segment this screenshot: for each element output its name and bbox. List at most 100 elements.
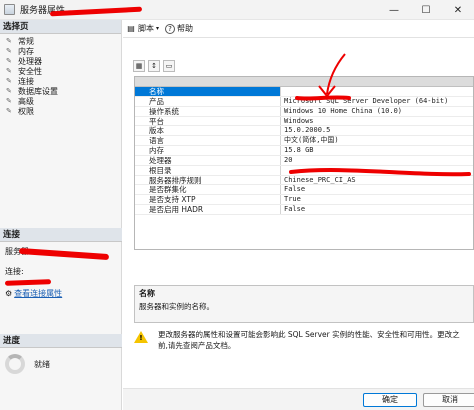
alphabetical-sort-icon[interactable]: ↕: [148, 60, 160, 72]
warning-text: 更改服务器的属性和设置可能会影响此 SQL Server 实例的性能、安全性和可…: [158, 330, 460, 350]
help-label: 帮助: [177, 24, 194, 33]
dialog-footer: 确定 取消: [123, 388, 474, 410]
property-name: 处理器: [135, 155, 281, 165]
property-row[interactable]: 处理器 20: [135, 155, 473, 166]
main-panel: ▤ 脚本 ▾ ? 帮助 ▦ ↕ ▭ 名称 产品 Microsoft SQL Ser…: [123, 20, 474, 410]
property-value: Windows: [284, 116, 314, 125]
property-row[interactable]: 平台 Windows: [135, 116, 473, 127]
property-value: [281, 166, 473, 175]
connection-info: 服务器: 连接: ⚙ 查看连接属性: [4, 244, 117, 300]
progress-section: 进度: [0, 334, 122, 348]
close-button[interactable]: ✕: [442, 0, 474, 20]
property-value: False: [284, 185, 306, 194]
description-panel: 名称 服务器和实例的名称。: [134, 285, 474, 323]
view-connection-line: ⚙ 查看连接属性: [5, 286, 117, 300]
page-item-security[interactable]: ✎ 安全性: [0, 66, 121, 76]
progress-header: 进度: [0, 334, 122, 348]
property-pages-icon[interactable]: ▭: [163, 60, 175, 72]
wrench-icon: ✎: [6, 67, 12, 75]
property-name: 是否支持 XTP: [135, 195, 281, 205]
grid-header: [135, 77, 473, 87]
warning-icon: !: [134, 331, 148, 343]
toolbar: ▤ 脚本 ▾ ? 帮助: [123, 20, 474, 38]
wrench-icon: ✎: [6, 47, 12, 55]
chevron-down-icon: ▾: [156, 25, 160, 32]
maximize-button[interactable]: ☐: [410, 0, 442, 20]
property-name: 名称: [135, 87, 281, 96]
property-name: 操作系统: [135, 106, 281, 116]
script-label: 脚本: [138, 24, 154, 33]
help-button[interactable]: ? 帮助: [165, 23, 193, 34]
property-name: 内存: [135, 146, 281, 155]
app-icon: [4, 4, 15, 15]
property-row[interactable]: 产品 Microsoft SQL Server Developer (64-bit…: [135, 96, 473, 107]
connection-label: 连接:: [5, 266, 24, 276]
connection-properties-icon: ⚙: [5, 288, 13, 298]
property-row[interactable]: 服务器排序规则 Chinese_PRC_CI_AS: [135, 175, 473, 186]
description-text: 服务器和实例的名称。: [139, 302, 214, 311]
property-value: Chinese_PRC_CI_AS: [284, 175, 356, 184]
progress-status-text: 就绪: [34, 359, 50, 369]
property-grid: 名称 产品 Microsoft SQL Server Developer (64-…: [134, 76, 474, 250]
property-name: 平台: [135, 116, 281, 126]
property-name: 根目录: [135, 165, 281, 175]
property-name: 产品: [135, 96, 281, 106]
property-row[interactable]: 版本 15.0.2000.5: [135, 126, 473, 137]
page-item-connections[interactable]: ✎ 连接: [0, 76, 121, 86]
categorized-view-icon[interactable]: ▦: [133, 60, 145, 72]
page-item-memory[interactable]: ✎ 内存: [0, 46, 121, 56]
property-value: [281, 87, 473, 96]
view-connection-properties-link[interactable]: 查看连接属性: [14, 288, 62, 299]
wrench-icon: ✎: [6, 77, 12, 85]
window-controls: — ☐ ✕: [378, 0, 474, 20]
property-row[interactable]: 内存 15.8 GB: [135, 146, 473, 156]
warning-panel: ! 更改服务器的属性和设置可能会影响此 SQL Server 实例的性能、安全性…: [134, 329, 474, 381]
property-name: 版本: [135, 126, 281, 136]
property-row[interactable]: 操作系统 Windows 10 Home China (10.0): [135, 106, 473, 117]
property-name: 是否群集化: [135, 185, 281, 195]
connection-line: 连接:: [5, 264, 117, 278]
wrench-icon: ✎: [6, 37, 12, 45]
ok-button[interactable]: 确定: [363, 393, 417, 407]
property-value: Microsoft SQL Server Developer (64-bit): [284, 96, 449, 105]
page-item-advanced[interactable]: ✎ 高级: [0, 96, 121, 106]
help-icon: ?: [165, 23, 176, 34]
property-name: 语言: [135, 136, 281, 146]
script-button[interactable]: ▤ 脚本 ▾: [126, 23, 159, 34]
property-value: 15.8 GB: [284, 146, 314, 155]
property-row[interactable]: 是否启用 HADR False: [135, 205, 473, 215]
property-name: 是否启用 HADR: [135, 205, 281, 214]
grid-toolbar: ▦ ↕ ▭: [133, 60, 178, 72]
page-item-processors[interactable]: ✎ 处理器: [0, 56, 121, 66]
wrench-icon: ✎: [6, 107, 12, 115]
page-item-database-settings[interactable]: ✎ 数据库设置: [0, 86, 121, 96]
wrench-icon: ✎: [6, 87, 12, 95]
progress-spinner-icon: [5, 354, 25, 374]
property-value: 15.0.2000.5: [284, 126, 331, 135]
progress-status: 就绪: [5, 354, 50, 374]
script-icon: ▤: [127, 23, 135, 33]
left-panel: 选择页 ✎ 常规 ✎ 内存 ✎ 处理器 ✎ 安全性 ✎ 连接 ✎ 数据库设置 ✎ 高级 ✎ 权限…: [0, 20, 122, 410]
connection-section: 连接: [0, 228, 122, 242]
property-row[interactable]: 是否群集化 False: [135, 185, 473, 196]
page-item-label: 权限: [18, 106, 34, 116]
title-bar: 服务器属性 - — ☐ ✕: [0, 0, 474, 20]
page-list: ✎ 常规 ✎ 内存 ✎ 处理器 ✎ 安全性 ✎ 连接 ✎ 数据库设置 ✎ 高级 ✎ 权限: [0, 34, 121, 116]
property-row[interactable]: 是否支持 XTP True: [135, 195, 473, 206]
property-row[interactable]: 名称: [135, 87, 473, 97]
cancel-button[interactable]: 取消: [423, 393, 474, 407]
minimize-button[interactable]: —: [378, 0, 410, 20]
page-item-general[interactable]: ✎ 常规: [0, 36, 121, 46]
property-row[interactable]: 根目录: [135, 165, 473, 176]
property-value: False: [284, 205, 306, 214]
property-value: Windows 10 Home China (10.0): [284, 106, 403, 115]
redaction-mark: [4, 279, 52, 286]
page-item-permissions[interactable]: ✎ 权限: [0, 106, 121, 116]
wrench-icon: ✎: [6, 97, 12, 105]
connection-header: 连接: [0, 228, 122, 242]
property-row[interactable]: 语言 中文(简体,中国): [135, 136, 473, 147]
property-value: True: [284, 195, 301, 204]
description-title: 名称: [139, 289, 155, 298]
wrench-icon: ✎: [6, 57, 12, 65]
property-name: 服务器排序规则: [135, 175, 281, 185]
